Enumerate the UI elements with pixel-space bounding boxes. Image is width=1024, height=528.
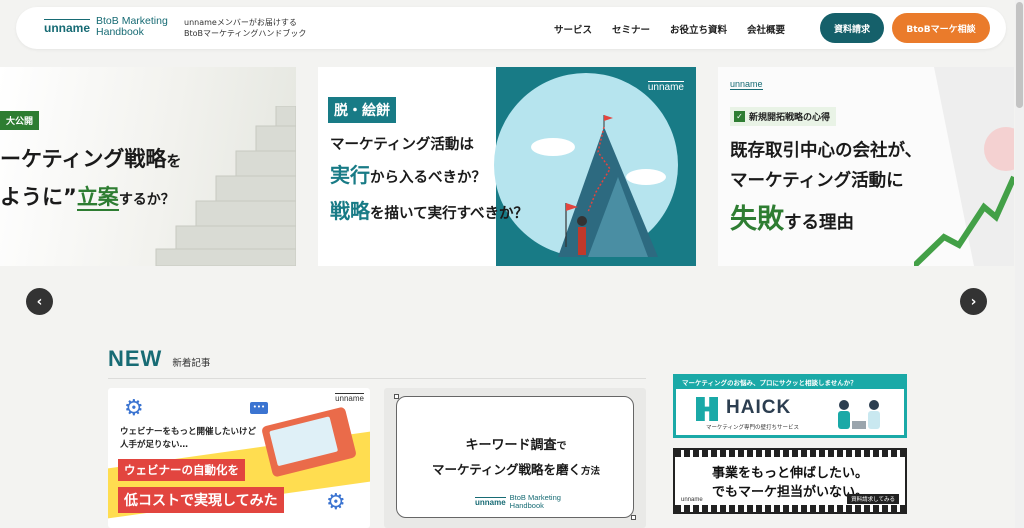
nav-seminars[interactable]: セミナー [612, 22, 650, 36]
banner-top-text: マーケティングのお悩み、プロにサクッと相談しませんか？ [676, 377, 904, 389]
mountain-illustration [531, 115, 666, 257]
slide-title-line2: ように”立案するか？ [0, 181, 175, 211]
slide-logo: unname [730, 79, 763, 90]
resize-handle [631, 515, 636, 520]
nav-company[interactable]: 会社概要 [747, 22, 785, 36]
people-illustration [838, 400, 880, 429]
tagline-line1: unnameメンバーがお届けする [184, 18, 297, 27]
slide-highlight-execution: 実行 [330, 163, 370, 187]
check-icon: ✓ [734, 111, 745, 122]
banner-request-button[interactable]: 資料請求してみる [847, 494, 899, 504]
article-card-keyword[interactable]: キーワード調査で マーケティング戦略を磨く方法 unname BtoB Mark… [384, 388, 646, 528]
nav-resources[interactable]: お役立ち資料 [670, 22, 727, 36]
slide-title-line2-text: から入るべきか？ [370, 170, 486, 186]
slide-badge: ✓ 新規開拓戦略の心得 [730, 107, 837, 126]
carousel-slide-strategy[interactable]: 大公開 ーケティング戦略を ように”立案するか？ [0, 67, 296, 266]
slide-title-line1: 既存取引中心の会社が、 [730, 141, 923, 161]
chat-bubble-icon: ••• [250, 402, 268, 414]
haick-logo: HAICK [726, 397, 792, 418]
request-docs-button[interactable]: 資料請求 [820, 13, 884, 43]
logo-title-line2: Handbook [96, 26, 144, 38]
card-logo: unname [335, 393, 364, 403]
slide-title-line1: ーケティング戦略を [0, 143, 181, 173]
card-title-line2-a: マーケティング戦略を磨く [431, 462, 581, 477]
gear-icon: ⚙ [326, 490, 346, 515]
gear-icon: ⚙ [124, 396, 144, 421]
card-brand-logo: unname BtoB Marketing Handbook [475, 494, 561, 510]
banner-stripes-bottom [675, 505, 905, 512]
carousel-slide-failure[interactable]: unname ✓ 新規開拓戦略の心得 既存取引中心の会社が、 マーケティング活動に… [718, 67, 1014, 266]
logo-title: BtoB Marketing Handbook [96, 16, 168, 38]
slide-title-line1: マーケティング活動は [330, 137, 474, 153]
banner-subtitle: マーケティング専門の壁打ちサービス [706, 425, 800, 431]
slide-highlight-strategy: 戦略 [330, 199, 370, 223]
card-subtitle: ウェビナーをもっと開催したいけど 人手が足りない… [120, 426, 256, 452]
slide-title-line1-a: ーケティング戦略 [0, 147, 167, 171]
slide-title-line1-b: を [166, 152, 182, 170]
card-subtitle-line2: 人手が足りない… [120, 440, 189, 450]
card-logo-line2: Handbook [509, 501, 544, 510]
growth-arrow-illustration [914, 67, 1014, 266]
laptop-screen [269, 416, 339, 467]
logo-mark: unname [44, 19, 91, 35]
site-tagline: unnameメンバーがお届けする BtoBマーケティングハンドブック [184, 17, 306, 39]
carousel-next-button[interactable]: › [960, 288, 987, 315]
page-scrollbar[interactable] [1015, 0, 1024, 528]
card-logo-text: BtoB Marketing Handbook [510, 494, 561, 510]
haick-banner[interactable]: マーケティングのお悩み、プロにサクッと相談しませんか？ HAICK マーケティン… [673, 374, 907, 438]
card-title-line1-a: キーワード調査 [465, 438, 557, 453]
banner-stripes-top [675, 450, 905, 457]
site-header: unname BtoB Marketing Handbook unnameメンバ… [16, 7, 1006, 49]
slide-title-line3: 失敗する理由 [730, 197, 854, 236]
slide-title-line2: 実行から入るべきか？ [330, 159, 486, 188]
slide-title-line3-text: する理由 [784, 213, 854, 233]
carousel-slide-execution[interactable]: unname 脱・絵餅 マーケティング活動は 実行から入るべきか？ 戦略を描いて… [318, 67, 696, 266]
banner-logo: unname [681, 497, 703, 503]
new-title-ja: 新着記事 [172, 358, 211, 369]
slide-badge-text: 新規開拓戦略の心得 [749, 113, 831, 123]
resize-handle [394, 394, 399, 399]
haick-logo-icon [696, 397, 718, 421]
new-title-en: NEW [108, 346, 163, 371]
card-title-line2-b: 方法 [581, 466, 601, 477]
slide-logo: unname [647, 81, 684, 93]
slide-badge: 脱・絵餅 [328, 97, 396, 123]
section-divider [108, 378, 646, 379]
tagline-line2: BtoBマーケティングハンドブック [184, 29, 307, 38]
card-title-line2: マーケティング戦略を磨く方法 [397, 459, 635, 478]
carousel-prev-button[interactable]: ‹ [26, 288, 53, 315]
card-title-band2: 低コストで実現してみた [118, 487, 284, 513]
slide-title-line3-text: を描いて実行すべきか？ [370, 206, 529, 222]
slide-title-line2-b: 立案 [76, 185, 119, 211]
slide-title-line2-c: するか？ [118, 192, 175, 208]
banner-line1: 事業をもっと伸ばしたい。 [711, 466, 868, 481]
card-subtitle-line1: ウェビナーをもっと開催したいけど [120, 427, 257, 437]
card-frame: キーワード調査で マーケティング戦略を磨く方法 unname BtoB Mark… [396, 396, 634, 518]
slide-title-line3: 戦略を描いて実行すべきか？ [330, 195, 528, 224]
slide-title-line2-a: ように” [0, 185, 77, 209]
card-title-line1-b: で [556, 441, 567, 452]
slide-badge: 大公開 [0, 111, 40, 130]
chevron-left-icon: ‹ [36, 293, 43, 310]
consult-button[interactable]: BtoBマーケ相談 [892, 13, 990, 43]
site-logo[interactable]: unname BtoB Marketing Handbook [44, 16, 168, 38]
chevron-right-icon: › [970, 293, 977, 310]
slide-title-line2: マーケティング活動に [730, 171, 904, 191]
main-nav: サービス セミナー お役立ち資料 会社概要 [554, 22, 785, 36]
unname-banner[interactable]: 事業をもっと伸ばしたい。 でもマーケ担当がいない。 unname 資料請求してみ… [673, 448, 907, 514]
card-logo-mark: unname [475, 497, 506, 507]
article-card-webinar[interactable]: ⚙ ⚙ ••• unname ウェビナーをもっと開催したいけど 人手が足りない… … [108, 388, 370, 528]
nav-services[interactable]: サービス [554, 22, 592, 36]
card-title-line1: キーワード調査で [397, 434, 635, 453]
slide-highlight-failure: 失敗 [730, 204, 784, 235]
new-articles-heading: NEW 新着記事 [108, 346, 210, 372]
card-title-band1: ウェビナーの自動化を [118, 459, 245, 481]
scrollbar-thumb[interactable] [1016, 2, 1023, 108]
